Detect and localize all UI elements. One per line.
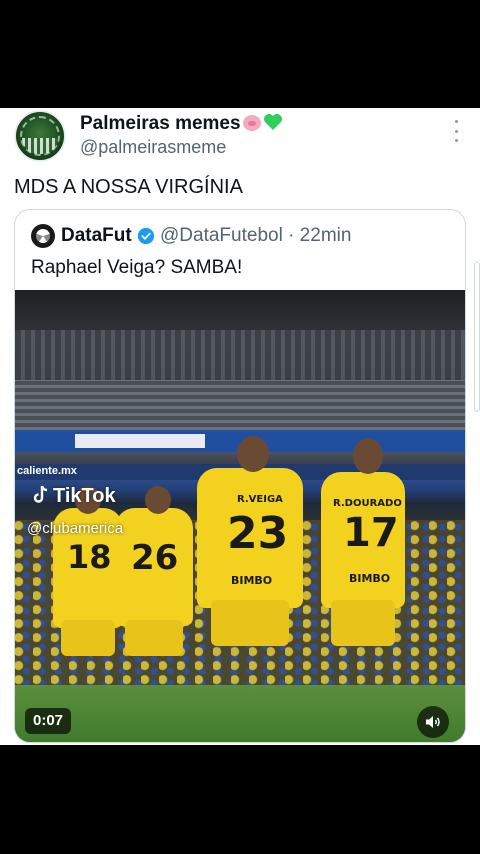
jersey-sponsor: BIMBO (231, 574, 273, 587)
jersey-number: 26 (131, 538, 179, 578)
stadium-stands-upper (15, 330, 465, 380)
tiktok-watermark: TikTok (33, 485, 116, 508)
green-heart-emoji-icon (263, 113, 282, 130)
stadium-stands-mid (15, 380, 465, 430)
quoted-author-name[interactable]: DataFut (61, 225, 132, 247)
quoted-post[interactable]: DataFut @DataFutebol · 22min Raphael Vei… (14, 209, 466, 743)
tiktok-watermark-handle: @clubamerica (27, 520, 124, 537)
quoted-author-handle[interactable]: @DataFutebol · 22min (160, 225, 351, 247)
verified-badge-icon (137, 227, 155, 245)
player-17: R.DOURADO 17 BIMBO (321, 438, 405, 646)
stadium-roof (15, 290, 465, 330)
banner-text: caliente.mx (17, 465, 77, 477)
author-name-text: Palmeiras memes (80, 113, 241, 134)
tiktok-watermark-text: TikTok (53, 485, 116, 507)
video-player[interactable]: caliente.mx 18 26 R.VEIGA 23 BIMBO R.DOU… (15, 290, 465, 742)
author-handle[interactable]: @palmeirasmeme (80, 137, 226, 158)
bottom-letterbox (0, 745, 480, 854)
mute-toggle-button[interactable] (417, 706, 449, 738)
player-23-raphael-veiga: R.VEIGA 23 BIMBO (197, 436, 303, 646)
jersey-number: 18 (67, 538, 112, 576)
speaker-muted-icon (426, 716, 440, 728)
pig-face-emoji-icon (242, 115, 261, 131)
player-26: 26 (115, 486, 193, 656)
jersey-name: R.DOURADO (333, 498, 402, 509)
jersey-name: R.VEIGA (237, 494, 283, 505)
jersey-sponsor: BIMBO (349, 572, 391, 585)
jersey-number: 17 (343, 510, 399, 556)
pitch (15, 685, 465, 742)
author-display-name[interactable]: Palmeiras memes (80, 113, 282, 135)
scroll-edge-handle[interactable] (474, 262, 480, 412)
video-duration: 0:07 (25, 708, 72, 734)
advertising-board-panel (75, 434, 205, 448)
more-options-icon[interactable] (450, 120, 462, 142)
quoted-author-avatar[interactable] (31, 224, 55, 248)
post-text: MDS A NOSSA VIRGÍNIA (14, 176, 243, 198)
jersey-number: 23 (227, 508, 289, 559)
quoted-post-text: Raphael Veiga? SAMBA! (31, 257, 243, 278)
tiktok-icon (33, 485, 48, 503)
author-avatar[interactable] (14, 110, 66, 162)
top-letterbox (0, 0, 480, 108)
